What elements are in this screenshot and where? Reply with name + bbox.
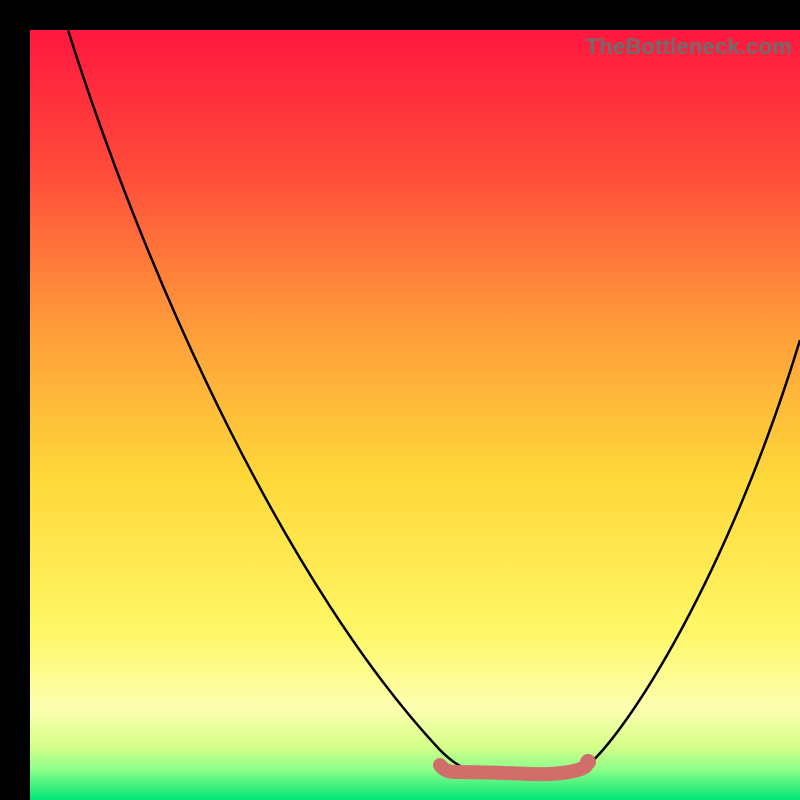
chart-frame: TheBottleneck.com xyxy=(30,30,800,800)
bottleneck-curve xyxy=(30,30,800,800)
curve-left-branch xyxy=(68,30,462,767)
trough-end-dot xyxy=(580,754,596,770)
trough-worm xyxy=(440,765,586,774)
curve-right-branch xyxy=(586,340,800,767)
watermark-text: TheBottleneck.com xyxy=(586,34,792,60)
